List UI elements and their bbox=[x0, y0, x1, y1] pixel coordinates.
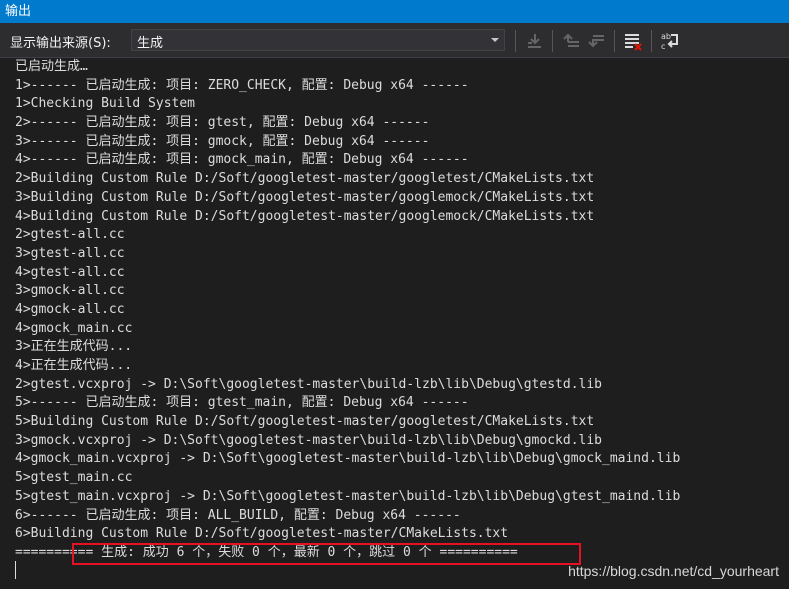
output-line: 2>gtest.vcxproj -> D:\Soft\googletest-ma… bbox=[15, 376, 602, 392]
toolbar-separator bbox=[515, 30, 516, 52]
output-line: 3>正在生成代码... bbox=[15, 339, 133, 355]
output-line: 1>------ 已启动生成: 项目: ZERO_CHECK, 配置: Debu… bbox=[15, 77, 469, 93]
build-summary-highlight-box bbox=[72, 543, 581, 565]
output-line: 2>Building Custom Rule D:/Soft/googletes… bbox=[15, 171, 595, 187]
find-message-in-code-button[interactable] bbox=[523, 30, 545, 52]
output-line: 5>gtest_main.cc bbox=[15, 470, 133, 486]
output-source-value: 生成 bbox=[137, 36, 164, 51]
output-line: 4>gmock_main.cc bbox=[15, 320, 133, 336]
output-window-title-bar[interactable]: 输出 bbox=[0, 0, 789, 23]
output-line: 3>------ 已启动生成: 项目: gmock, 配置: Debug x64… bbox=[15, 133, 430, 149]
chevron-down-icon bbox=[491, 38, 499, 42]
output-line: 2>------ 已启动生成: 项目: gtest, 配置: Debug x64… bbox=[15, 115, 430, 131]
window-title: 输出 bbox=[5, 4, 32, 19]
clear-all-icon bbox=[625, 34, 642, 51]
output-line: 已启动生成… bbox=[15, 59, 88, 74]
find-message-in-code-icon bbox=[528, 34, 541, 48]
output-line: 1>Checking Build System bbox=[15, 96, 196, 112]
watermark-text: https://blog.csdn.net/cd_yourheart bbox=[568, 563, 779, 579]
output-line: 5>gtest_main.vcxproj -> D:\Soft\googlete… bbox=[15, 488, 681, 504]
output-line: 2>gtest-all.cc bbox=[15, 227, 125, 243]
output-line: 4>gmock_main.vcxproj -> D:\Soft\googlete… bbox=[15, 451, 681, 467]
output-window: 输出 显示输出来源(S): 生成 ab c 已启动生成… 1>------ 已启… bbox=[0, 0, 789, 589]
toolbar-separator bbox=[552, 30, 553, 52]
text-caret bbox=[15, 561, 16, 579]
toggle-word-wrap-button[interactable]: ab c bbox=[659, 30, 681, 52]
output-toolbar: 显示输出来源(S): 生成 ab c bbox=[0, 23, 789, 58]
clear-all-button[interactable] bbox=[622, 30, 644, 52]
previous-message-icon bbox=[563, 33, 579, 47]
previous-message-button[interactable] bbox=[560, 30, 582, 52]
output-line: 4>gtest-all.cc bbox=[15, 264, 125, 280]
output-text-area[interactable]: 已启动生成… 1>------ 已启动生成: 项目: ZERO_CHECK, 配置… bbox=[0, 58, 789, 589]
output-source-dropdown[interactable]: 生成 bbox=[131, 29, 505, 51]
output-line: 6>Building Custom Rule D:/Soft/googletes… bbox=[15, 526, 509, 542]
toggle-word-wrap-icon: ab c bbox=[661, 32, 678, 51]
output-line: 4>Building Custom Rule D:/Soft/googletes… bbox=[15, 208, 595, 224]
output-line: 4>正在生成代码... bbox=[15, 358, 133, 373]
output-line: 5>------ 已启动生成: 项目: gtest_main, 配置: Debu… bbox=[15, 395, 469, 411]
toolbar-separator bbox=[614, 30, 615, 52]
svg-text:c: c bbox=[661, 42, 665, 51]
output-lines: 已启动生成… 1>------ 已启动生成: 项目: ZERO_CHECK, 配置… bbox=[15, 58, 680, 563]
output-line: 6>------ 已启动生成: 项目: ALL_BUILD, 配置: Debug… bbox=[15, 507, 461, 523]
output-line: 5>Building Custom Rule D:/Soft/googletes… bbox=[15, 414, 595, 430]
next-message-icon bbox=[588, 35, 604, 48]
output-line: 3>gmock.vcxproj -> D:\Soft\googletest-ma… bbox=[15, 432, 602, 448]
output-line: 4>------ 已启动生成: 项目: gmock_main, 配置: Debu… bbox=[15, 152, 469, 168]
svg-text:ab: ab bbox=[661, 32, 671, 41]
output-line: 3>Building Custom Rule D:/Soft/googletes… bbox=[15, 189, 595, 205]
toolbar-separator bbox=[651, 30, 652, 52]
output-line: 4>gmock-all.cc bbox=[15, 301, 125, 317]
next-message-button[interactable] bbox=[585, 30, 607, 52]
output-line: 3>gtest-all.cc bbox=[15, 245, 125, 261]
show-output-from-label: 显示输出来源(S): bbox=[10, 36, 111, 51]
output-line: 3>gmock-all.cc bbox=[15, 283, 125, 299]
